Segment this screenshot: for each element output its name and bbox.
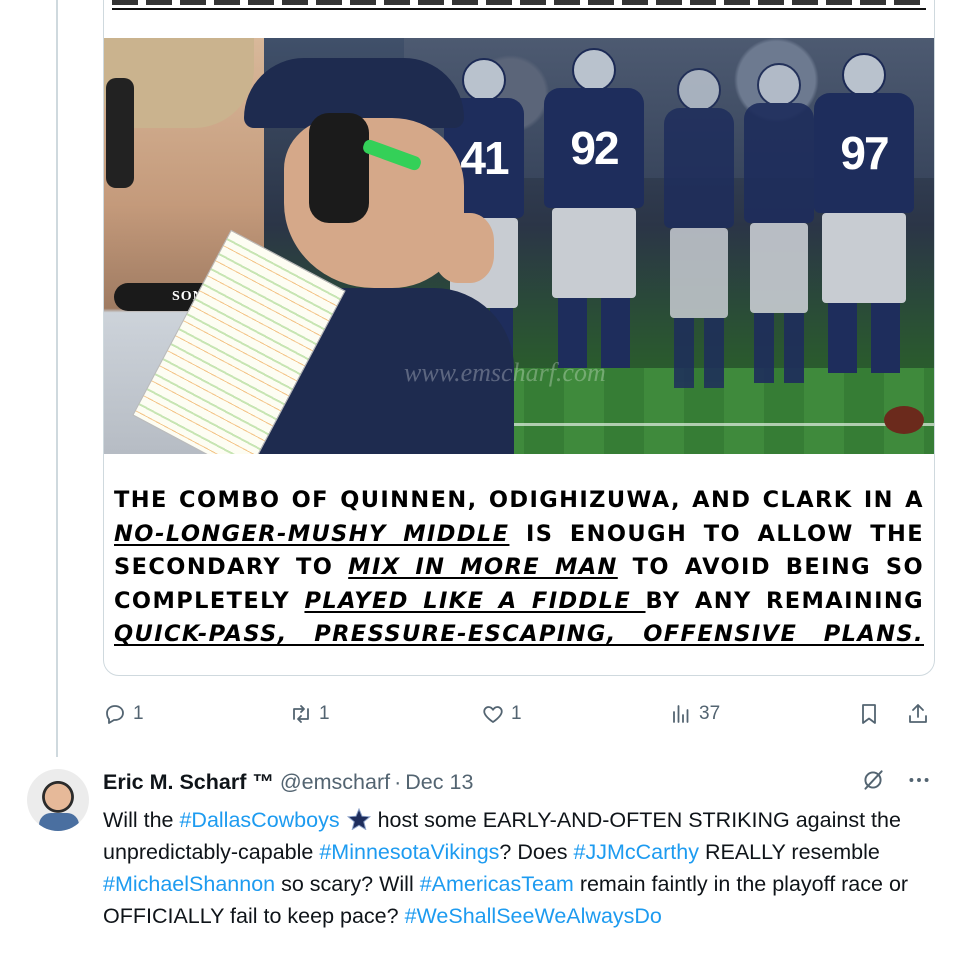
reply-button[interactable]: 1 bbox=[103, 698, 144, 730]
bookmark-icon bbox=[862, 704, 876, 724]
player-figure: 97 bbox=[814, 53, 914, 393]
hashtag-link[interactable]: #WeShallSeeWeAlwaysDo bbox=[405, 904, 662, 928]
football bbox=[884, 406, 924, 434]
player-figure bbox=[664, 68, 734, 388]
reply-icon bbox=[106, 705, 124, 724]
views-icon bbox=[673, 705, 689, 723]
hashtag-link[interactable]: #AmericasTeam bbox=[420, 872, 574, 896]
separator-dot: · bbox=[394, 770, 402, 794]
hashtag-link[interactable]: #MinnesotaVikings bbox=[319, 840, 499, 864]
more-icon[interactable] bbox=[906, 767, 932, 793]
share-icon bbox=[909, 704, 927, 723]
reply-count: 1 bbox=[133, 703, 144, 724]
reply-header: Eric M. Scharf ™ @emscharf · Dec 13 bbox=[103, 770, 473, 795]
repost-count: 1 bbox=[319, 703, 330, 724]
grok-icon[interactable] bbox=[860, 767, 886, 793]
hashtag-link[interactable]: #MichaelShannon bbox=[103, 872, 275, 896]
post-action-bar: 1 1 1 37 bbox=[103, 698, 935, 730]
image-caption: THE COMBO OF QUINNEN, ODIGHIZUWA, AND CL… bbox=[114, 487, 925, 647]
star-icon bbox=[346, 808, 371, 830]
thread-connector-line bbox=[56, 0, 58, 757]
bookmark-button[interactable] bbox=[857, 698, 881, 730]
share-button[interactable] bbox=[906, 698, 930, 730]
previous-image-edge bbox=[104, 0, 934, 38]
like-count: 1 bbox=[511, 703, 522, 724]
author-handle[interactable]: @emscharf bbox=[280, 770, 390, 795]
jersey-number: 97 bbox=[814, 93, 914, 213]
post-media-card[interactable]: 41 92 97 SONY www.emscharf.com THE COMBO… bbox=[103, 0, 935, 676]
views-button[interactable]: 37 bbox=[669, 698, 720, 730]
like-button[interactable]: 1 bbox=[481, 698, 522, 730]
repost-button[interactable]: 1 bbox=[289, 698, 330, 730]
heart-icon bbox=[483, 706, 503, 723]
player-figure bbox=[744, 63, 814, 388]
avatar[interactable] bbox=[27, 769, 89, 831]
player-figure: 92 bbox=[544, 48, 644, 388]
author-name[interactable]: Eric M. Scharf ™ bbox=[103, 770, 274, 795]
hashtag-link[interactable]: #DallasCowboys bbox=[179, 808, 339, 832]
post-image[interactable]: 41 92 97 SONY www.emscharf.com bbox=[104, 38, 934, 454]
post-date[interactable]: Dec 13 bbox=[405, 770, 473, 795]
reply-header-actions bbox=[860, 767, 932, 793]
repost-icon bbox=[293, 705, 309, 723]
image-watermark: www.emscharf.com bbox=[404, 358, 606, 387]
reply-text: Will the #DallasCowboys host some EARLY-… bbox=[103, 808, 909, 928]
views-count: 37 bbox=[699, 703, 721, 724]
jersey-number: 92 bbox=[544, 88, 644, 208]
hashtag-link[interactable]: #JJMcCarthy bbox=[574, 840, 699, 864]
